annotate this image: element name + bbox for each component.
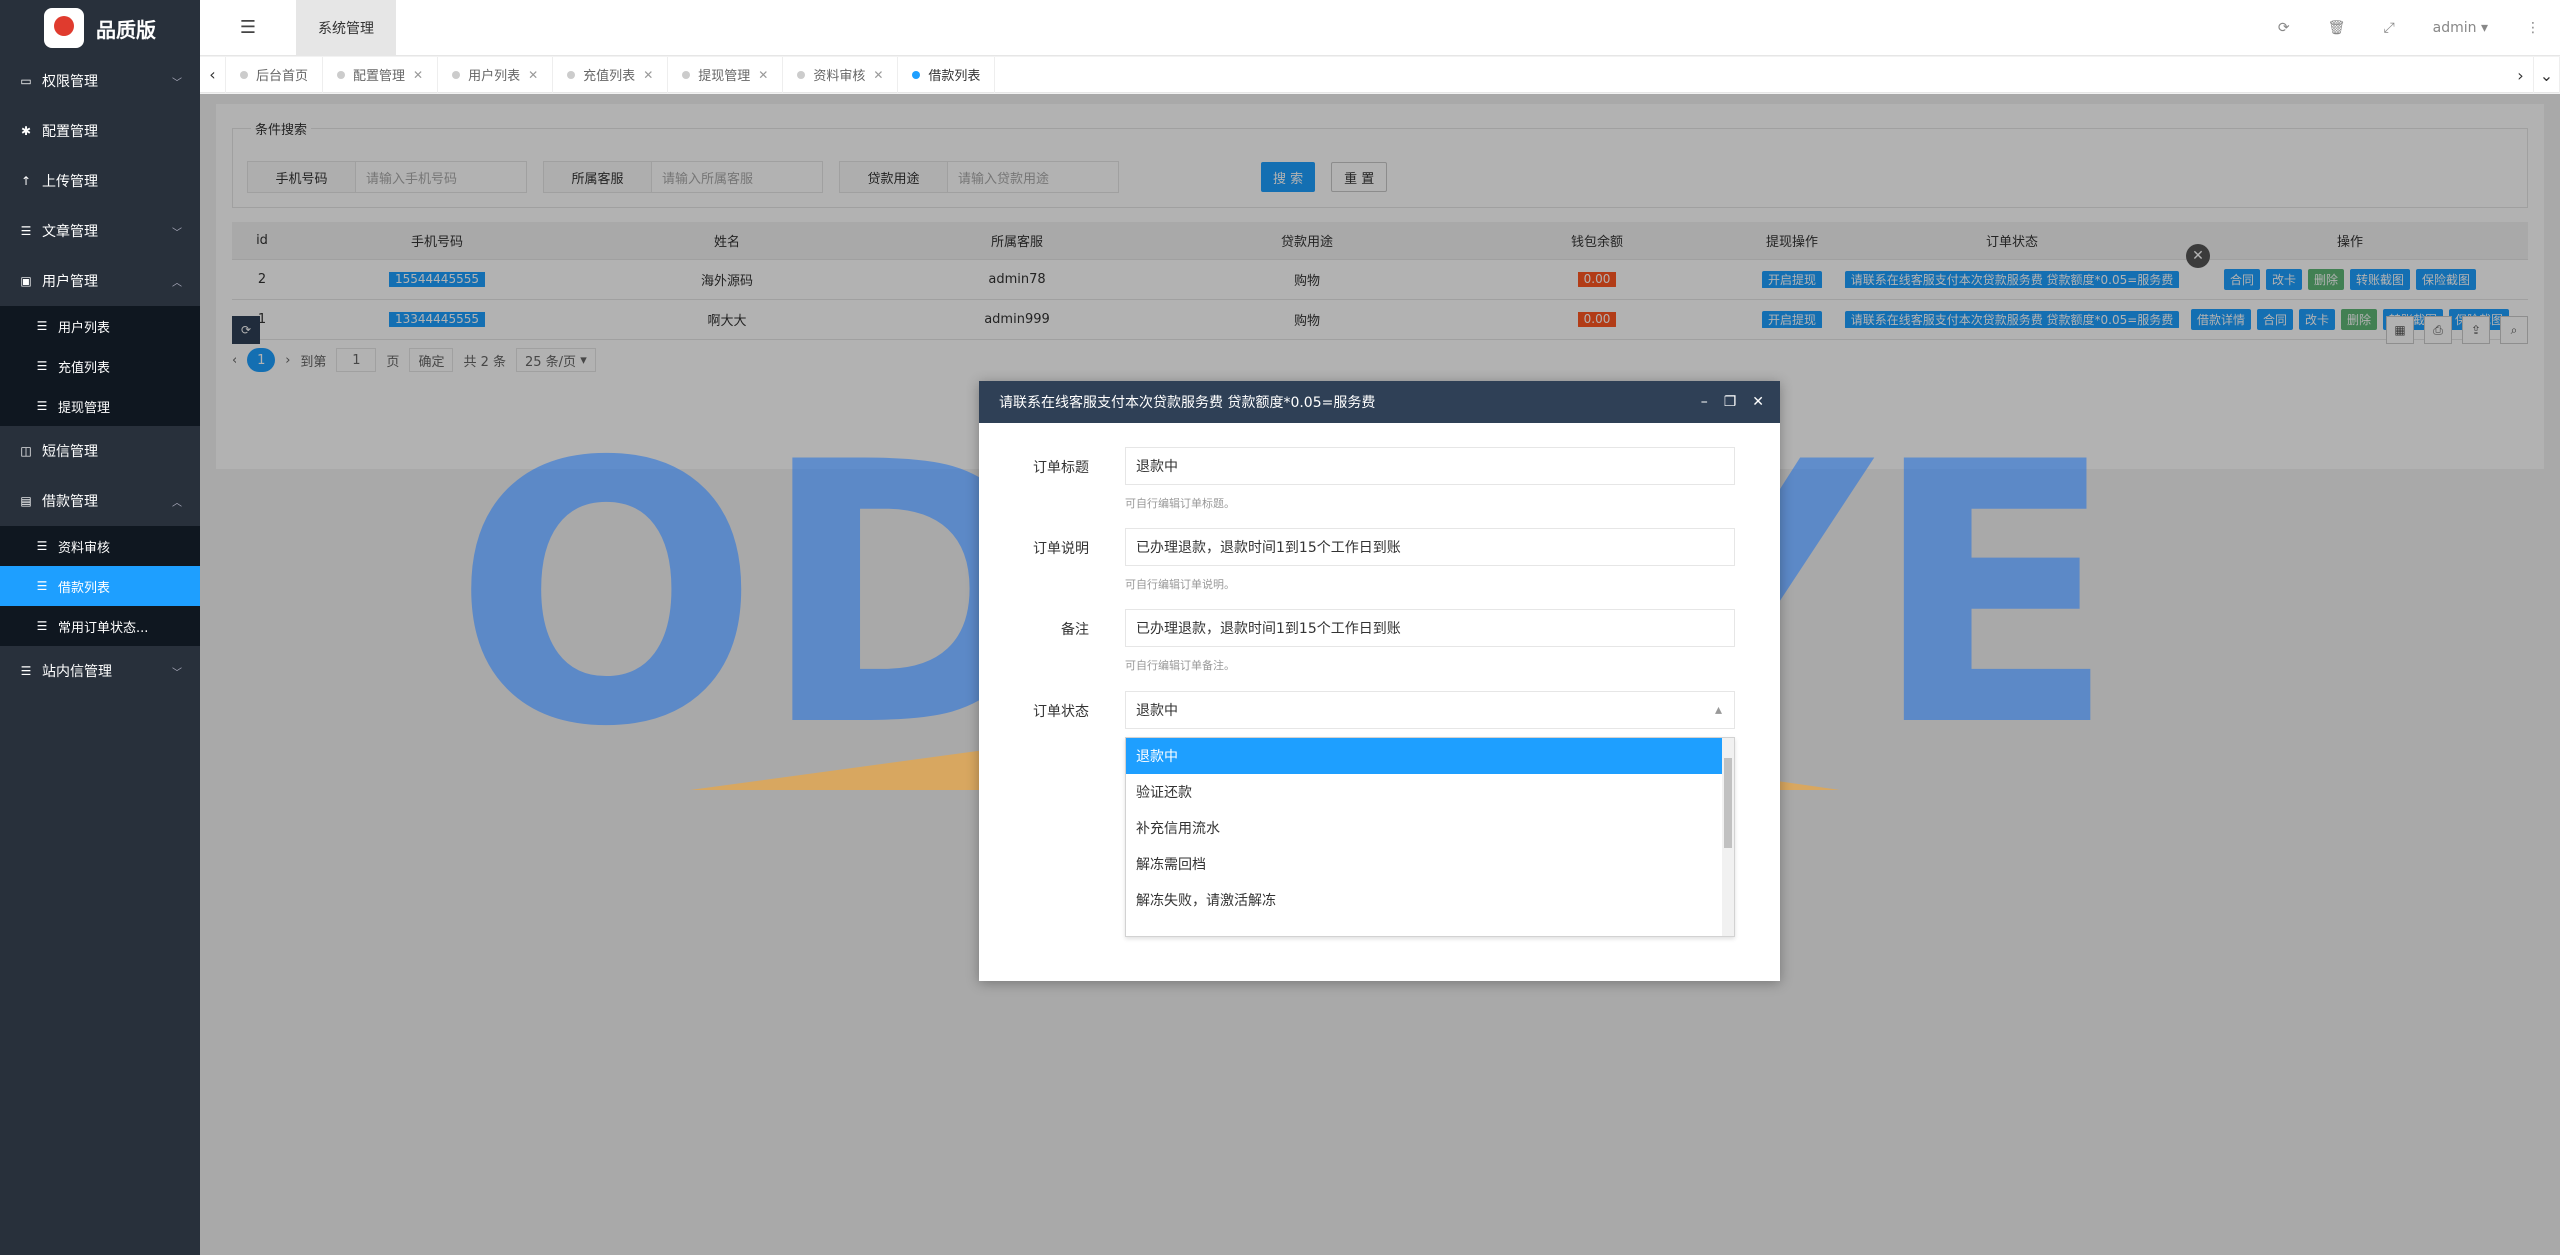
laptop-icon: ▭ <box>20 74 32 88</box>
order-desc-input[interactable]: 已办理退款，退款时间1到15个工作日到账 <box>1125 528 1735 566</box>
dropdown-scrollbar[interactable] <box>1722 738 1734 936</box>
tab-withdraw[interactable]: 提现管理 ✕ <box>668 56 784 93</box>
dropdown-option[interactable]: 解冻需回档 <box>1126 846 1734 882</box>
close-icon[interactable]: ✕ <box>528 68 538 82</box>
tabs-left-arrow-icon[interactable]: ‹ <box>200 56 226 93</box>
sidebar-item-loans[interactable]: ▤ 借款管理 ︿ <box>0 476 200 526</box>
dropdown-option[interactable]: 解冻失败，请激活解冻 <box>1126 882 1734 918</box>
tab-dot <box>240 70 248 79</box>
user-menu[interactable]: admin ▾ <box>2433 20 2488 36</box>
modal-title: 请联系在线客服支付本次贷款服务费 贷款额度*0.05=服务费 <box>999 395 1376 411</box>
tab-dot <box>567 70 576 79</box>
close-icon[interactable]: ✕ <box>413 68 423 82</box>
list-icon: ☰ <box>36 399 48 413</box>
order-title-input[interactable]: 退款中 <box>1125 447 1735 485</box>
gear-icon: ✱ <box>20 124 32 138</box>
modal-header: 请联系在线客服支付本次贷款服务费 贷款额度*0.05=服务费 – ❐ ✕ <box>979 381 1780 423</box>
sidebar-item-sms[interactable]: ◫ 短信管理 <box>0 426 200 476</box>
list-icon: ☰ <box>36 619 48 633</box>
list-icon: ☰ <box>36 539 48 553</box>
list-icon: ☰ <box>36 359 48 373</box>
close-icon[interactable]: ✕ <box>1752 394 1764 410</box>
tab-review[interactable]: 资料审核 ✕ <box>783 56 899 93</box>
list-icon: ☰ <box>36 319 48 333</box>
dropdown-option[interactable]: 验证还款 <box>1126 774 1734 810</box>
scrollbar-thumb[interactable] <box>1724 758 1732 848</box>
tab-home[interactable]: 后台首页 <box>226 56 324 93</box>
sidebar-item-upload[interactable]: ↑ 上传管理 <box>0 156 200 206</box>
list-icon: ☰ <box>20 224 32 238</box>
sidebar-item-permissions[interactable]: ▭ 权限管理 ﹀ <box>0 56 200 106</box>
sidebar-subitem-order-status[interactable]: ☰ 常用订单状态... <box>0 606 200 646</box>
list-icon: ☰ <box>20 664 32 678</box>
chevron-down-icon: ﹀ <box>172 227 182 239</box>
sidebar-item-config[interactable]: ✱ 配置管理 <box>0 106 200 156</box>
topbar: ☰ 系统管理 ⟳ 🗑 ⤢ admin ▾ ⋮ <box>200 0 2560 56</box>
app-title: 品质版 <box>96 17 156 42</box>
tab-user-list[interactable]: 用户列表 ✕ <box>438 56 554 93</box>
chevron-down-icon: ﹀ <box>172 77 182 89</box>
logo: 品质版 <box>0 0 200 56</box>
sidebar-subitem-review[interactable]: ☰ 资料审核 <box>0 526 200 566</box>
order-status-select[interactable]: 退款中 ▴ <box>1125 691 1735 729</box>
chevron-up-icon: ︿ <box>172 497 182 509</box>
tab-loan-list[interactable]: 借款列表 <box>898 56 996 93</box>
sidebar-menu: ▭ 权限管理 ﹀ ✱ 配置管理 ↑ 上传管理 ☰ 文章管理 ﹀ ▣ 用户管理 ︿ ☰ 用户列表 ☰… <box>0 56 200 696</box>
tabs-right-arrow-icon[interactable]: › <box>2508 57 2534 93</box>
sidebar-item-inbox[interactable]: ☰ 站内信管理 ﹀ <box>0 646 200 696</box>
minimize-icon[interactable]: – <box>1701 394 1708 410</box>
sidebar: 品质版 ▭ 权限管理 ﹀ ✱ 配置管理 ↑ 上传管理 ☰ 文章管理 ﹀ ▣ 用户管理 ︿ ☰ 用户… <box>0 0 200 1255</box>
chevron-down-icon: ﹀ <box>172 667 182 679</box>
message-icon: ◫ <box>20 444 32 458</box>
user-icon: ▣ <box>20 274 32 288</box>
sidebar-item-articles[interactable]: ☰ 文章管理 ﹀ <box>0 206 200 256</box>
upload-icon: ↑ <box>20 174 32 188</box>
sidebar-item-users[interactable]: ▣ 用户管理 ︿ <box>0 256 200 306</box>
order-status-modal: 请联系在线客服支付本次贷款服务费 贷款额度*0.05=服务费 – ❐ ✕ 订单标… <box>979 381 1780 981</box>
maximize-icon[interactable]: ❐ <box>1724 394 1737 410</box>
tab-dot <box>797 70 806 79</box>
close-icon[interactable]: ✕ <box>758 68 768 82</box>
logo-image <box>44 8 84 48</box>
order-remark-input[interactable]: 已办理退款，退款时间1到15个工作日到账 <box>1125 609 1735 647</box>
tab-dot <box>682 70 691 79</box>
fullscreen-icon[interactable]: ⤢ <box>2383 20 2394 36</box>
topbar-title[interactable]: 系统管理 <box>296 0 396 56</box>
chevron-down-icon[interactable]: ⌄ <box>2534 57 2560 93</box>
sidebar-subitem-withdraw[interactable]: ☰ 提现管理 <box>0 386 200 426</box>
topbar-actions: ⟳ 🗑 ⤢ admin ▾ ⋮ <box>2278 0 2540 56</box>
tab-dot <box>337 70 346 79</box>
chevron-up-icon: ▴ <box>1714 702 1722 718</box>
close-icon[interactable]: ✕ <box>873 68 883 82</box>
status-dropdown: 退款中 验证还款 补充信用流水 解冻需回档 解冻失败，请激活解冻 ... <box>1125 737 1735 937</box>
tab-recharge[interactable]: 充值列表 ✕ <box>553 56 669 93</box>
tab-dot <box>912 70 921 79</box>
more-icon[interactable]: ⋮ <box>2526 20 2540 36</box>
chevron-up-icon: ︿ <box>172 277 182 289</box>
dropdown-option[interactable]: ... <box>1126 918 1734 936</box>
sidebar-subitem-loan-list[interactable]: ☰ 借款列表 <box>0 566 200 606</box>
refresh-icon[interactable]: ⟳ <box>2278 20 2290 36</box>
money-icon: ▤ <box>20 494 32 508</box>
list-icon: ☰ <box>36 579 48 593</box>
sidebar-subitem-user-list[interactable]: ☰ 用户列表 <box>0 306 200 346</box>
close-icon[interactable]: ✕ <box>643 68 653 82</box>
sidebar-subitem-recharge-list[interactable]: ☰ 充值列表 <box>0 346 200 386</box>
menu-toggle-icon[interactable]: ☰ <box>200 0 296 56</box>
dropdown-option[interactable]: 补充信用流水 <box>1126 810 1734 846</box>
tabs-bar: ‹ 后台首页 配置管理 ✕ 用户列表 ✕ 充值列表 ✕ 提现管理 ✕ 资料审核 ✕ 借款列… <box>200 56 2560 93</box>
dropdown-option[interactable]: 退款中 <box>1126 738 1734 774</box>
tab-config[interactable]: 配置管理 ✕ <box>323 56 439 93</box>
tab-dot <box>452 70 461 79</box>
trash-icon[interactable]: 🗑 <box>2328 20 2346 36</box>
